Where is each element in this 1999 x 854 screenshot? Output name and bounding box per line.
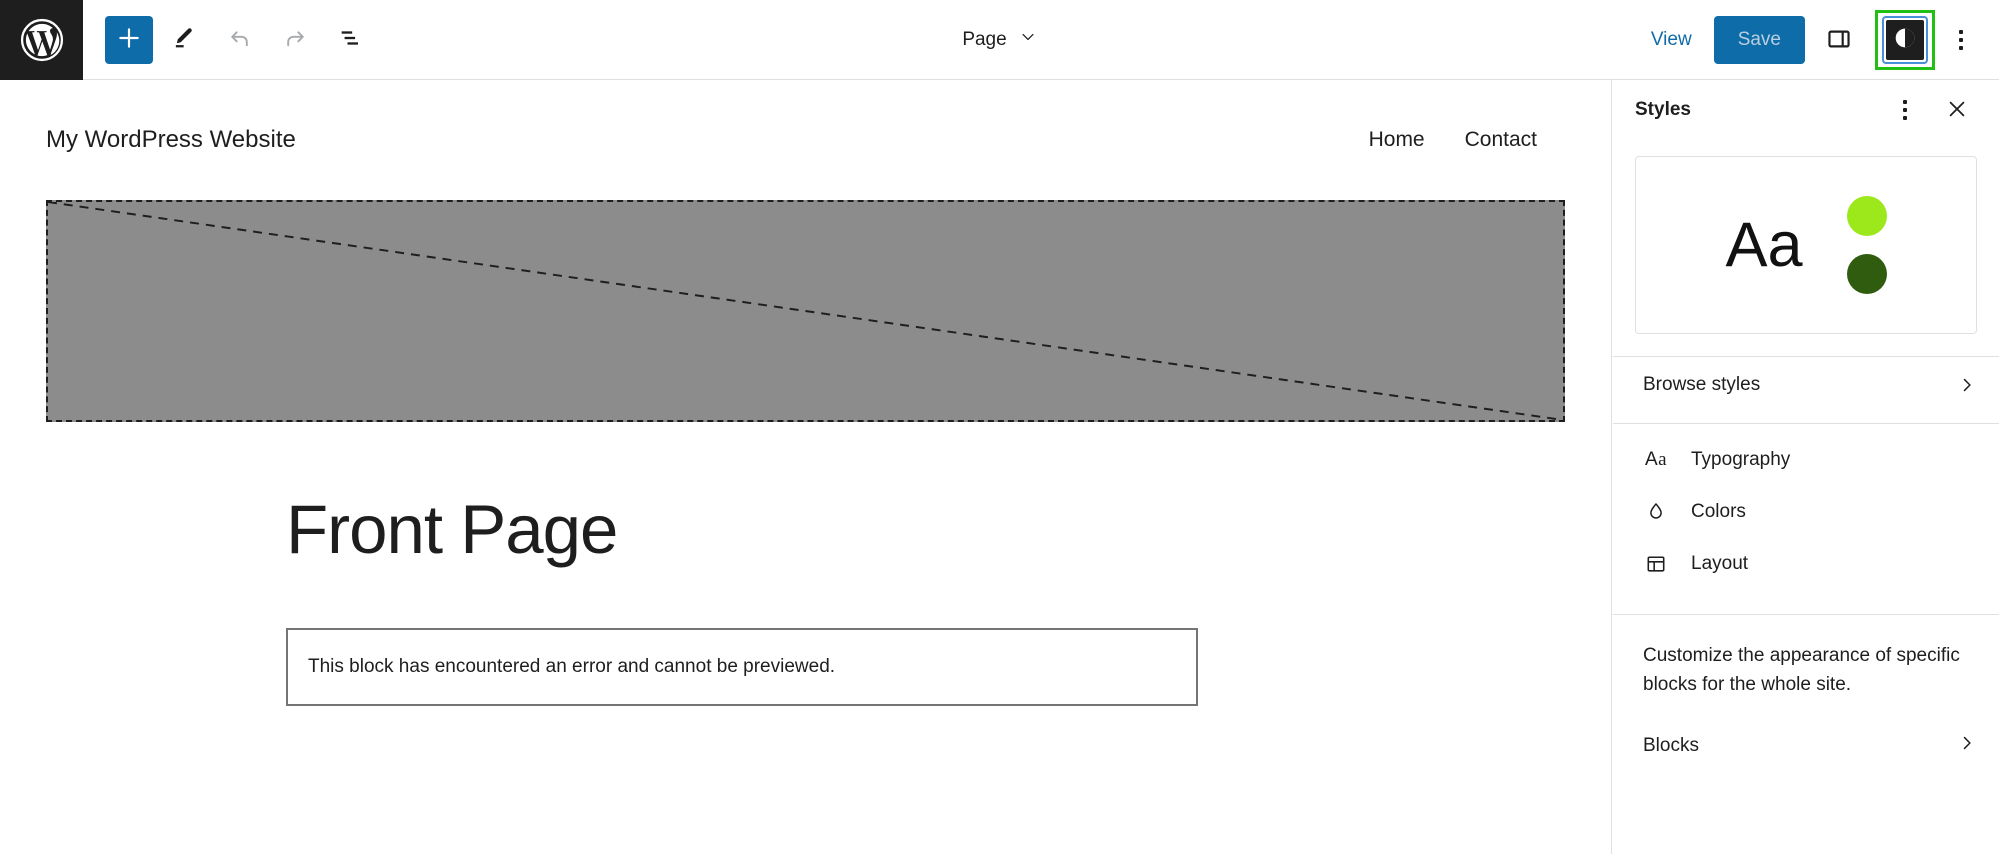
typography-sample: Aa: [1725, 214, 1802, 277]
site-title: My WordPress Website: [46, 126, 296, 154]
styles-button[interactable]: [1882, 16, 1928, 64]
styles-button-surface: [1886, 20, 1924, 60]
divider: [1613, 614, 1999, 615]
site-header-block[interactable]: My WordPress Website Home Contact: [0, 80, 1611, 154]
styles-more-options-button[interactable]: [1885, 90, 1925, 130]
contrast-circle-icon: [1892, 25, 1918, 56]
browse-styles-row[interactable]: Browse styles: [1613, 357, 1999, 413]
chevron-right-icon: [1957, 375, 1977, 395]
settings-sidebar-toggle-button[interactable]: [1813, 14, 1865, 66]
nav-item-contact[interactable]: Contact: [1465, 128, 1537, 152]
redo-arrow-icon: [282, 25, 309, 55]
aa-typography-icon: Aa: [1643, 449, 1669, 471]
pencil-icon: [170, 25, 196, 54]
editor-options-button[interactable]: [1939, 14, 1983, 66]
save-button[interactable]: Save: [1714, 16, 1805, 64]
vertical-ellipsis-icon: [1903, 100, 1907, 120]
chevron-right-icon: [1957, 733, 1977, 758]
color-swatch-secondary: [1847, 254, 1887, 294]
vertical-ellipsis-icon: [1959, 30, 1963, 50]
view-link[interactable]: View: [1633, 19, 1710, 61]
redo-button[interactable]: [269, 14, 321, 66]
sidebar-panel-icon: [1826, 26, 1852, 55]
blocks-section-description: Customize the appearance of specific blo…: [1613, 641, 1999, 700]
color-swatch-group: [1847, 196, 1887, 294]
styles-button-highlight: [1875, 10, 1935, 70]
blocks-label: Blocks: [1643, 735, 1957, 757]
sidebar-item-label: Layout: [1691, 553, 1977, 575]
sidebar-item-label: Colors: [1691, 501, 1977, 523]
styles-menu-group: Aa Typography Colors Layout: [1613, 434, 1999, 590]
sidebar-item-colors[interactable]: Colors: [1613, 486, 1999, 538]
browse-styles-label: Browse styles: [1643, 374, 1935, 396]
undo-button[interactable]: [213, 14, 265, 66]
sidebar-item-layout[interactable]: Layout: [1613, 538, 1999, 590]
chevron-down-icon: [1019, 28, 1037, 52]
droplet-icon: [1643, 501, 1669, 523]
placeholder-diagonal-line: [48, 202, 1563, 420]
styles-panel-title: Styles: [1635, 99, 1873, 121]
plus-icon: [116, 25, 142, 54]
nav-item-home[interactable]: Home: [1369, 128, 1425, 152]
close-x-icon: [1946, 98, 1968, 123]
wordpress-logo-button[interactable]: [0, 0, 83, 80]
list-view-button[interactable]: [325, 14, 377, 66]
list-view-icon: [337, 24, 365, 55]
styles-sidebar-header: Styles: [1613, 80, 1999, 140]
block-error-notice[interactable]: This block has encountered an error and …: [286, 628, 1198, 706]
site-navigation: Home Contact: [1369, 128, 1565, 152]
wordpress-logo-icon: [19, 17, 65, 63]
divider: [1613, 423, 1999, 424]
color-swatch-primary: [1847, 196, 1887, 236]
styles-close-button[interactable]: [1937, 90, 1977, 130]
document-type-dropdown[interactable]: Page: [948, 20, 1050, 60]
editor-canvas: My WordPress Website Home Contact Front …: [0, 80, 1612, 854]
block-error-message: This block has encountered an error and …: [308, 656, 835, 677]
sidebar-item-blocks[interactable]: Blocks: [1613, 722, 1999, 770]
sidebar-item-label: Typography: [1691, 449, 1977, 471]
document-type-label: Page: [962, 29, 1006, 51]
image-placeholder-block[interactable]: [46, 200, 1565, 422]
edit-tool-button[interactable]: [157, 14, 209, 66]
undo-arrow-icon: [226, 25, 253, 55]
sidebar-item-typography[interactable]: Aa Typography: [1613, 434, 1999, 486]
editor-top-toolbar: Page View Save: [0, 0, 1999, 80]
toolbar-left-group: [83, 14, 377, 66]
style-variation-preview[interactable]: Aa: [1635, 156, 1977, 334]
add-block-button[interactable]: [105, 16, 153, 64]
page-title[interactable]: Front Page: [286, 492, 1565, 568]
post-content-area: Front Page This block has encountered an…: [0, 492, 1611, 706]
layout-panel-icon: [1643, 553, 1669, 575]
styles-sidebar: Styles Aa Browse styles Aa Typography: [1613, 80, 1999, 854]
toolbar-right-group: View Save: [1633, 0, 1999, 80]
